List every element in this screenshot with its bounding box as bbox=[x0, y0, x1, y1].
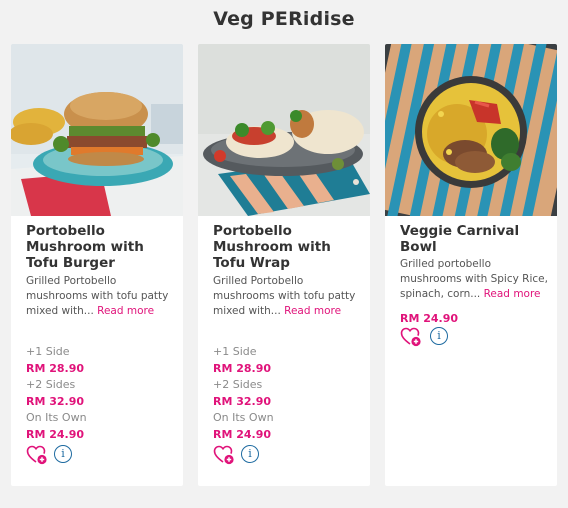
read-more-link[interactable]: Read more bbox=[284, 305, 341, 317]
heart-plus-icon[interactable] bbox=[26, 444, 48, 466]
item-description: Grilled Portobello mushrooms with tofu p… bbox=[213, 275, 356, 317]
option-price: RM 24.90 bbox=[26, 428, 85, 441]
option-price: RM 28.90 bbox=[26, 362, 85, 375]
item-name[interactable]: Portobello Mushroom with Tofu Wrap bbox=[213, 223, 363, 271]
option-label: +1 Side bbox=[26, 345, 70, 358]
item-description: Grilled portobello mushrooms with Spicy … bbox=[400, 258, 548, 300]
info-icon[interactable]: i bbox=[241, 445, 259, 463]
food-photo-carnival-bowl[interactable] bbox=[385, 44, 557, 216]
option-price: RM 32.90 bbox=[26, 395, 85, 408]
option-label: +1 Side bbox=[213, 345, 257, 358]
food-photo-tofu-burger[interactable] bbox=[11, 44, 183, 216]
option-label: +2 Sides bbox=[26, 378, 76, 391]
option-label: +2 Sides bbox=[213, 378, 263, 391]
item-description: Grilled Portobello mushrooms with tofu p… bbox=[26, 275, 169, 317]
food-photo-tofu-wrap[interactable] bbox=[198, 44, 370, 216]
option-price: RM 28.90 bbox=[213, 362, 272, 375]
section-title: Veg PERidise bbox=[213, 8, 355, 30]
heart-plus-icon[interactable] bbox=[400, 326, 422, 348]
info-icon[interactable]: i bbox=[54, 445, 72, 463]
menu-card-tofu-wrap[interactable]: Portobello Mushroom with Tofu Wrap Grill… bbox=[198, 44, 370, 486]
read-more-link[interactable]: Read more bbox=[484, 288, 541, 300]
heart-plus-icon[interactable] bbox=[213, 444, 235, 466]
option-label: On Its Own bbox=[213, 411, 274, 424]
option-price: RM 24.90 bbox=[213, 428, 272, 441]
option-label: On Its Own bbox=[26, 411, 87, 424]
item-name[interactable]: Veggie Carnival Bowl bbox=[400, 223, 550, 255]
item-name[interactable]: Portobello Mushroom with Tofu Burger bbox=[26, 223, 176, 271]
read-more-link[interactable]: Read more bbox=[97, 305, 154, 317]
info-icon[interactable]: i bbox=[430, 327, 448, 345]
option-price: RM 32.90 bbox=[213, 395, 272, 408]
menu-card-tofu-burger[interactable]: Portobello Mushroom with Tofu Burger Gri… bbox=[11, 44, 183, 486]
menu-card-carnival-bowl[interactable]: Veggie Carnival Bowl Grilled portobello … bbox=[385, 44, 557, 486]
item-price: RM 24.90 bbox=[400, 312, 459, 325]
